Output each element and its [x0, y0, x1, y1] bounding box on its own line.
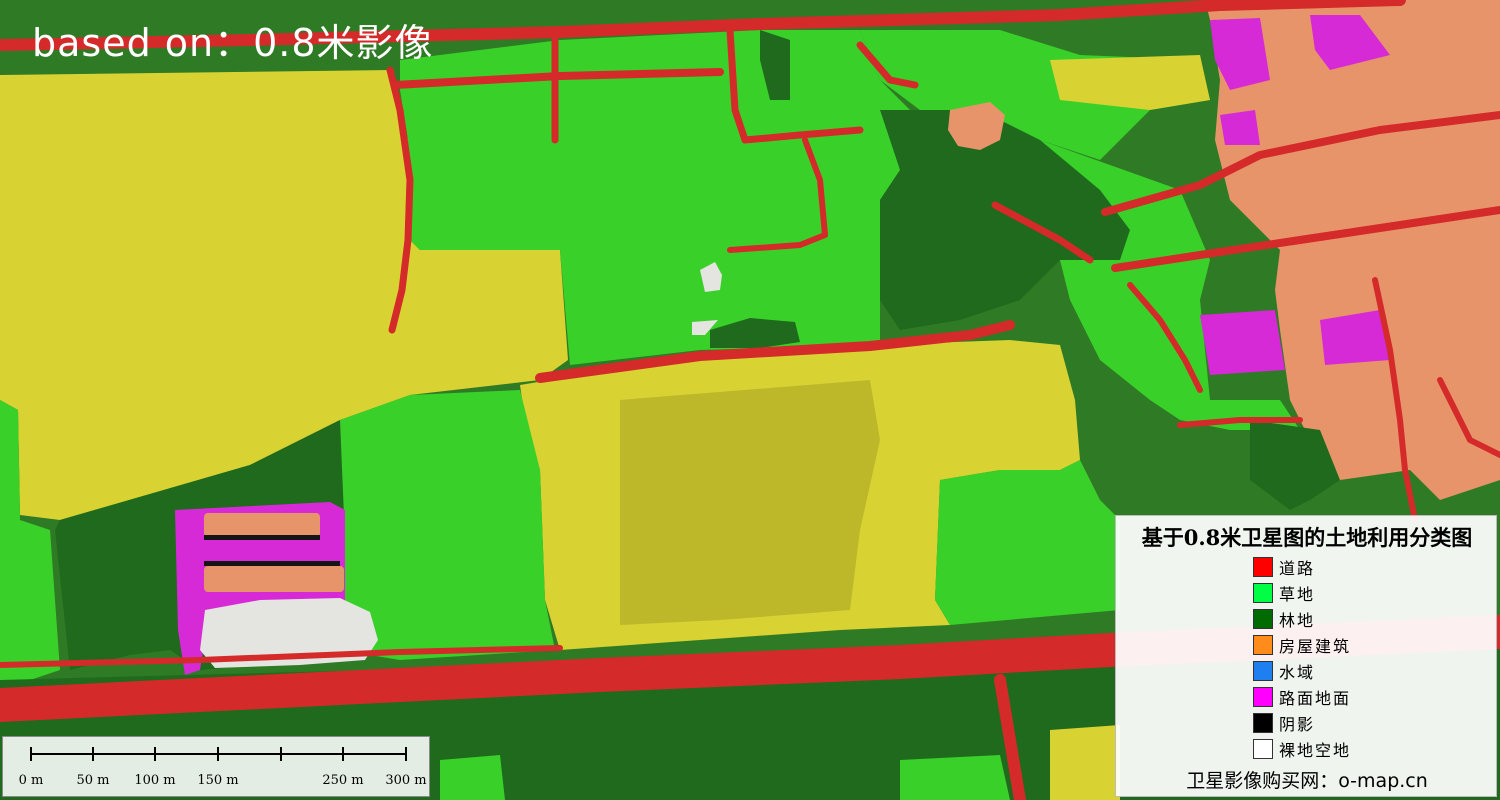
legend-swatch-bare-land — [1253, 739, 1273, 759]
legend-item-bare-land: 裸地空地 — [1253, 736, 1351, 762]
scale-bar-tick-label: 300 m — [385, 773, 427, 788]
grass-area-south-1 — [440, 755, 505, 800]
scale-bar: 0 m 50 m 100 m 150 m 250 m 300 m — [2, 736, 430, 797]
legend-item-road: 道路 — [1253, 554, 1351, 580]
grass-area-south-2 — [900, 755, 1010, 800]
legend-label-grass: 草地 — [1279, 585, 1316, 604]
building-compound-1 — [204, 513, 320, 537]
legend-label-shadow: 阴影 — [1279, 715, 1316, 734]
building-compound-2 — [204, 566, 344, 592]
legend-items: 道路 草地 林地 房屋建筑 水域 路面地面 阴影 裸地空地 — [1253, 554, 1351, 762]
legend-label-forest: 林地 — [1279, 611, 1316, 630]
legend-item-building: 房屋建筑 — [1253, 632, 1351, 658]
shadow-compound-2 — [204, 561, 340, 566]
legend-label-paved-ground: 路面地面 — [1279, 689, 1352, 708]
scale-bar-tick-label: 0 m — [18, 773, 44, 788]
paved-ground-village-4 — [1200, 310, 1285, 375]
legend-item-forest: 林地 — [1253, 606, 1351, 632]
scale-bar-tick-label: 50 m — [76, 773, 110, 788]
legend-label-bare-land: 裸地空地 — [1279, 741, 1352, 760]
legend-source-text: 卫星影像购买网：o-map.cn — [1186, 770, 1428, 792]
scale-bar-tick — [217, 747, 219, 761]
scale-bar-tick — [154, 747, 156, 761]
grass-area-southeast — [935, 460, 1120, 625]
paved-ground-village-5 — [1320, 310, 1390, 365]
scale-bar-tick-label: 150 m — [197, 773, 239, 788]
scale-bar-tick-label: 250 m — [322, 773, 364, 788]
scale-bar-tick — [92, 747, 94, 761]
legend-item-grass: 草地 — [1253, 580, 1351, 606]
legend-title: 基于0.8米卫星图的土地利用分类图 — [1141, 525, 1473, 550]
legend-swatch-grass — [1253, 583, 1273, 603]
legend-swatch-building — [1253, 635, 1273, 655]
legend-item-water: 水域 — [1253, 658, 1351, 684]
cropland-area-south — [1050, 725, 1120, 800]
legend-item-paved-ground: 路面地面 — [1253, 684, 1351, 710]
cropland-area-central-inner — [620, 380, 880, 625]
grass-area-southwest — [340, 390, 555, 660]
legend-swatch-forest — [1253, 609, 1273, 629]
legend-swatch-road — [1253, 557, 1273, 577]
legend-swatch-paved-ground — [1253, 687, 1273, 707]
shadow-compound-1 — [204, 535, 320, 540]
legend-swatch-water — [1253, 661, 1273, 681]
map-legend: 基于0.8米卫星图的土地利用分类图 道路 草地 林地 房屋建筑 水域 路面地面 … — [1115, 515, 1497, 797]
scale-bar-tick — [405, 747, 407, 761]
legend-item-shadow: 阴影 — [1253, 710, 1351, 736]
scale-bar-tick — [30, 747, 32, 761]
scale-bar-tick — [342, 747, 344, 761]
scale-bar-tick — [280, 747, 282, 761]
legend-swatch-shadow — [1253, 713, 1273, 733]
legend-label-water: 水域 — [1279, 663, 1316, 682]
legend-label-building: 房屋建筑 — [1279, 637, 1352, 656]
legend-label-road: 道路 — [1279, 559, 1316, 578]
scale-bar-tick-label: 100 m — [134, 773, 176, 788]
map-overlay-title: based on：0.8米影像 — [32, 21, 434, 65]
paved-ground-village-3 — [1220, 110, 1260, 145]
